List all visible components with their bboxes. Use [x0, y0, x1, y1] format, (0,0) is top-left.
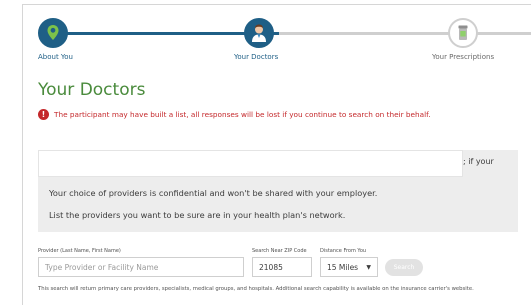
step-your-doctors[interactable]: [244, 18, 274, 48]
network-note: List the providers you want to be sure a…: [49, 210, 346, 220]
doctors-page: About You Your Doctors Your Prescription…: [22, 4, 531, 305]
step-about-you[interactable]: [38, 18, 68, 48]
prescription-bottle-icon: [458, 25, 468, 40]
info-panel: ; if your Your choice of providers is co…: [38, 150, 518, 232]
warning-message: ! The participant may have built a list,…: [38, 109, 518, 120]
zip-code-input[interactable]: [252, 257, 312, 277]
step-label-about-you[interactable]: About You: [38, 53, 73, 61]
distance-select[interactable]: 15 Miles ▼: [320, 257, 378, 277]
info-overlay-box: [38, 150, 463, 177]
step-your-prescriptions[interactable]: [448, 18, 478, 48]
search-button[interactable]: Search: [385, 259, 423, 276]
page-title: Your Doctors: [38, 80, 146, 100]
confidentiality-note: Your choice of providers is confidential…: [49, 188, 378, 198]
distance-label: Distance From You: [320, 248, 367, 254]
zip-label: Search Near ZIP Code: [252, 248, 307, 254]
alert-icon: !: [38, 109, 49, 120]
step-label-your-doctors[interactable]: Your Doctors: [234, 53, 278, 61]
provider-label: Provider (Last Name, First Name): [38, 248, 121, 254]
provider-search-input[interactable]: [38, 257, 244, 277]
search-footnote: This search will return primary care pro…: [38, 286, 474, 292]
distance-value: 15 Miles: [327, 262, 359, 272]
step-label-your-prescriptions[interactable]: Your Prescriptions: [432, 53, 494, 61]
chevron-down-icon: ▼: [366, 263, 371, 271]
info-clipped-text: ; if your: [463, 157, 494, 166]
person-pin-icon: [47, 25, 59, 40]
warning-text: The participant may have built a list, a…: [54, 110, 431, 119]
doctor-icon: [252, 24, 266, 42]
progress-line-remaining: [279, 32, 531, 35]
